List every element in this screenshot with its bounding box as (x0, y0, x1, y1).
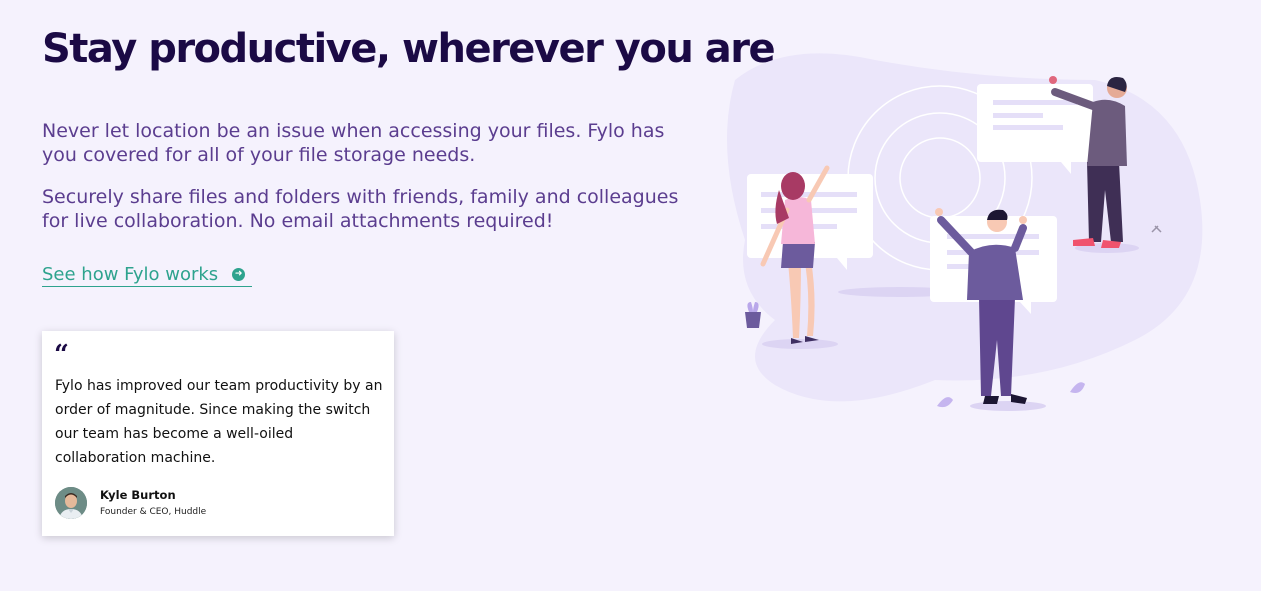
testimonial-card: “ Fylo has improved our team productivit… (42, 331, 394, 536)
quote-icon: “ (54, 340, 69, 370)
collaboration-paragraph: Securely share files and folders with fr… (42, 186, 679, 232)
avatar (55, 487, 87, 519)
collaboration-illustration (715, 40, 1215, 434)
page-title: Stay productive, wherever you are (42, 26, 776, 72)
testimonial-quote: Fylo has improved our team productivity … (55, 378, 383, 466)
author-role: Founder & CEO, Huddle (100, 507, 207, 517)
intro-paragraph: Never let location be an issue when acce… (42, 120, 665, 166)
see-how-fylo-works-link[interactable]: See how Fylo works ➜ (42, 264, 253, 287)
arrow-right-circle-icon: ➜ (232, 268, 246, 281)
see-how-fylo-works-label: See how Fylo works (42, 264, 219, 285)
author-name: Kyle Burton (100, 488, 176, 502)
